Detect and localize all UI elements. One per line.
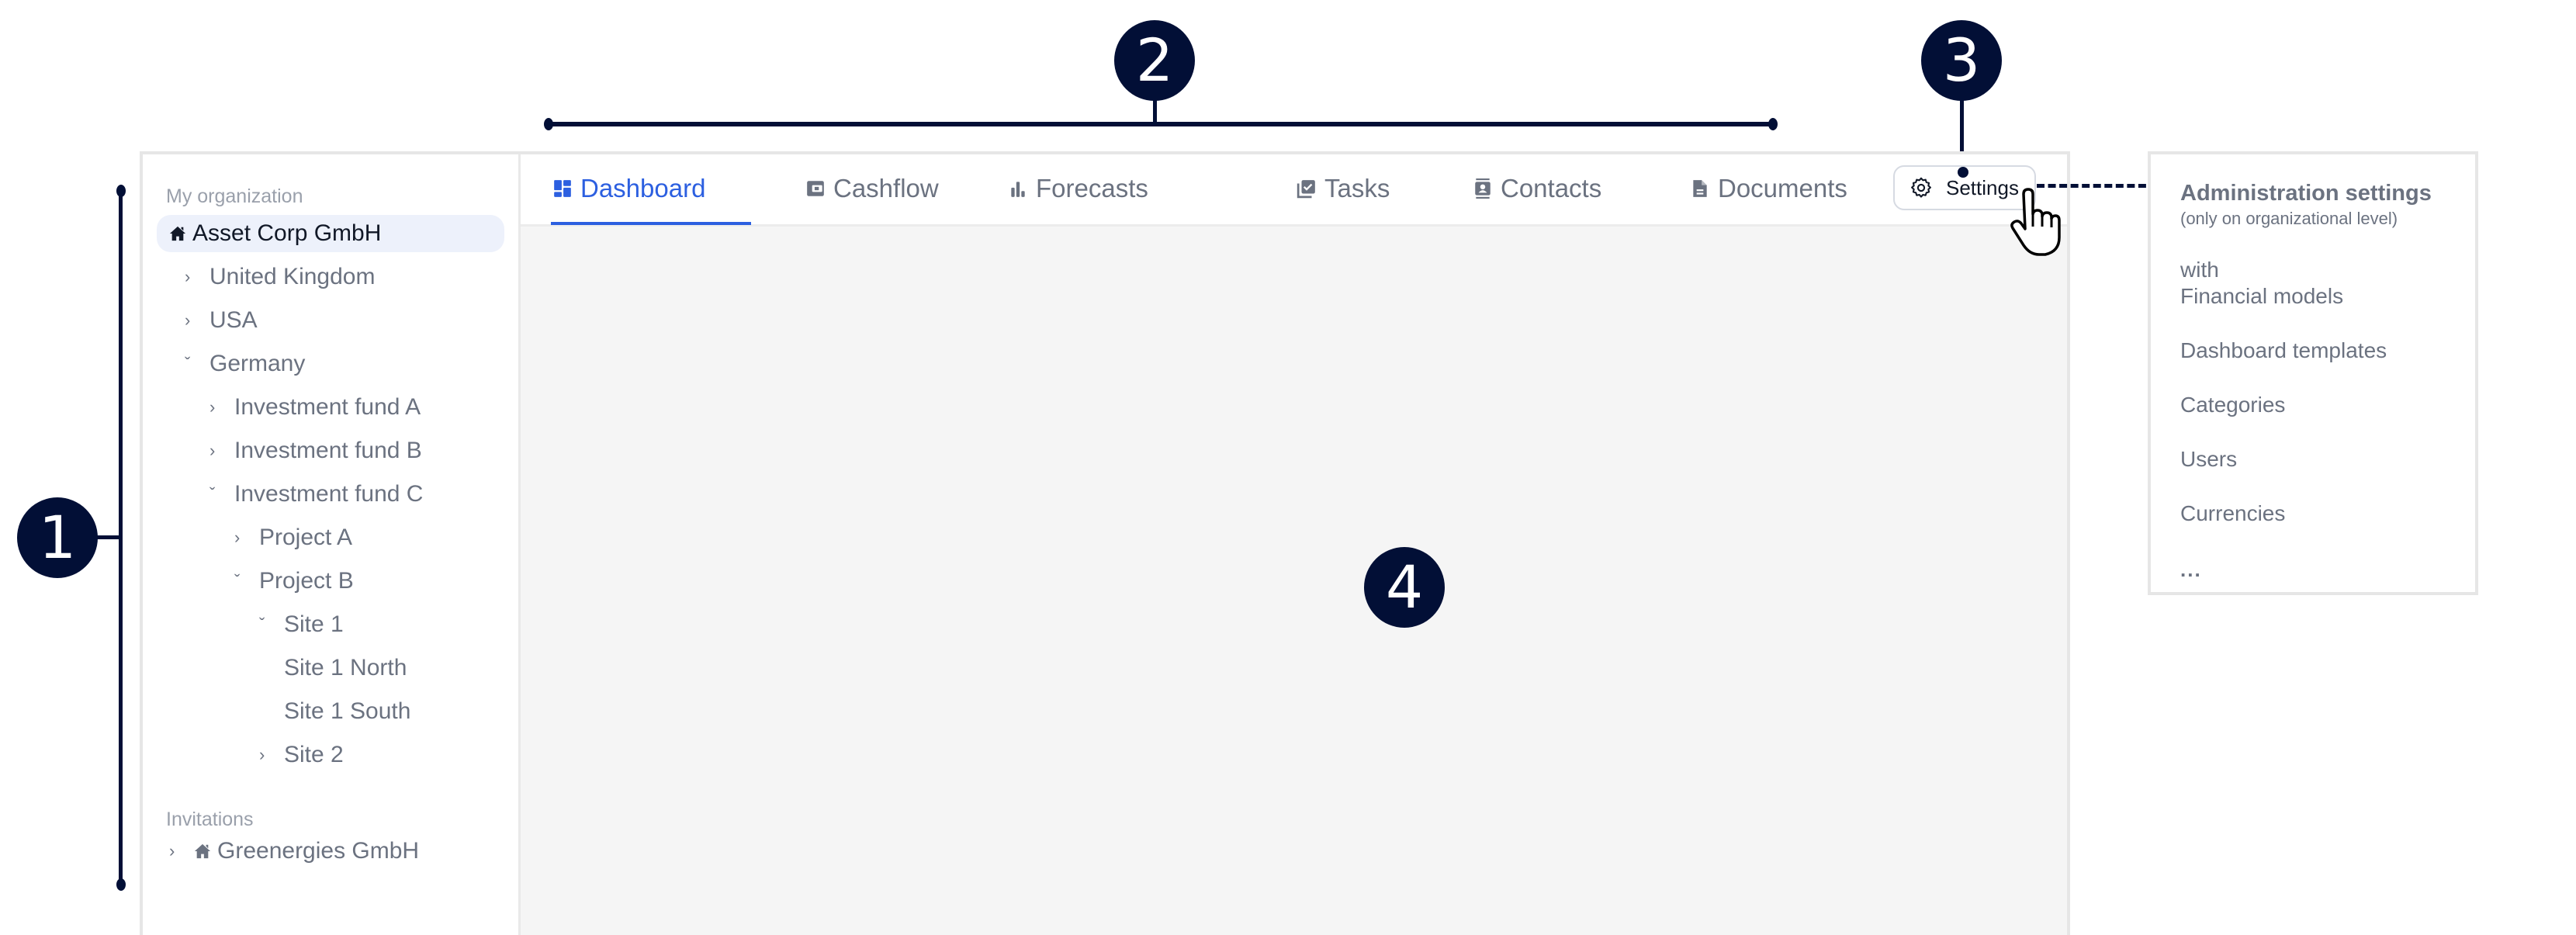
chevron-right-icon[interactable]: ›	[169, 841, 194, 861]
tree-item-usa[interactable]: › USA	[185, 302, 258, 339]
tree-item-site-1-north[interactable]: Site 1 North	[284, 649, 407, 687]
my-organization-label: My organization	[166, 185, 303, 207]
tree-item-investment-fund-c[interactable]: ˇ Investment fund C	[209, 476, 423, 513]
home-icon	[194, 843, 211, 860]
sidebar: My organization Asset Corp GmbH › United…	[143, 154, 521, 935]
hand-pointer-icon	[2010, 188, 2061, 256]
admin-item-users[interactable]: Users	[2180, 446, 2237, 473]
tabs-bracket-line	[548, 122, 1774, 126]
tree-item-label: Site 2	[284, 742, 344, 767]
tab-contacts[interactable]: Contacts	[1473, 170, 1601, 207]
tree-item-label: Project B	[259, 568, 354, 594]
admin-settings-panel: Administration settings (only on organiz…	[2148, 151, 2478, 595]
chevron-right-icon[interactable]: ›	[209, 397, 234, 417]
tree-item-site-1[interactable]: ˇ Site 1	[259, 606, 344, 643]
chevron-down-icon[interactable]: ˇ	[209, 484, 234, 504]
dashboard-icon	[552, 178, 573, 199]
home-icon	[169, 225, 186, 242]
admin-item-label-line1: with	[2180, 258, 2219, 282]
tab-label: Cashflow	[833, 174, 939, 203]
admin-more-ellipsis[interactable]: ...	[2180, 559, 2202, 580]
app-window: My organization Asset Corp GmbH › United…	[140, 151, 2070, 935]
chevron-right-icon[interactable]: ›	[259, 745, 284, 765]
chevron-right-icon[interactable]: ›	[185, 310, 209, 331]
tree-item-site-2[interactable]: › Site 2	[259, 736, 344, 774]
tree-item-label: Asset Corp GmbH	[192, 220, 382, 246]
tab-label: Dashboard	[580, 174, 706, 203]
tab-bar: Dashboard Cashflow Forecasts Tasks Conta…	[521, 154, 2067, 227]
active-tab-indicator	[551, 222, 751, 225]
callout-2-connector	[1153, 99, 1157, 124]
admin-item-currencies[interactable]: Currencies	[2180, 500, 2285, 527]
callout-1: 1	[17, 497, 98, 578]
tab-cashflow[interactable]: Cashflow	[805, 170, 939, 207]
callout-2: 2	[1114, 20, 1195, 101]
admin-item-financial-models[interactable]: with Financial models	[2180, 257, 2343, 310]
main-area: Dashboard Cashflow Forecasts Tasks Conta…	[521, 154, 2067, 935]
settings-label: Settings	[1946, 175, 2019, 199]
tree-item-label: Site 1 North	[284, 655, 407, 680]
tree-item-project-b[interactable]: ˇ Project B	[234, 563, 354, 600]
tab-label: Tasks	[1324, 174, 1390, 203]
callout-3-anchor-dot	[1958, 167, 1968, 178]
callout-4: 4	[1364, 547, 1445, 628]
callout-3: 3	[1921, 20, 2002, 101]
chevron-right-icon[interactable]: ›	[209, 441, 234, 461]
admin-item-label-line2: Financial models	[2180, 284, 2344, 308]
tree-item-germany[interactable]: ˇ Germany	[185, 345, 305, 383]
tree-item-investment-fund-b[interactable]: › Investment fund B	[209, 432, 422, 469]
tab-dashboard[interactable]: Dashboard	[552, 170, 705, 207]
tasks-icon	[1297, 178, 1317, 199]
invitations-label: Invitations	[166, 809, 254, 830]
chevron-right-icon[interactable]: ›	[185, 267, 209, 287]
tree-item-investment-fund-a[interactable]: › Investment fund A	[209, 389, 421, 426]
tab-tasks[interactable]: Tasks	[1297, 170, 1390, 207]
chevron-right-icon[interactable]: ›	[234, 528, 259, 548]
admin-item-categories[interactable]: Categories	[2180, 392, 2285, 418]
tree-item-label: Site 1	[284, 611, 344, 637]
tab-label: Documents	[1718, 174, 1847, 203]
tree-item-label: United Kingdom	[209, 264, 376, 289]
tree-item-greenergies[interactable]: › Greenergies GmbH	[169, 833, 419, 870]
tree-item-label: Site 1 South	[284, 698, 411, 724]
tree-item-project-a[interactable]: › Project A	[234, 519, 352, 556]
tree-item-asset-corp[interactable]: Asset Corp GmbH	[157, 215, 504, 252]
tree-item-label: Investment fund A	[234, 394, 421, 420]
gear-icon	[1910, 177, 1932, 199]
tree-item-label: Greenergies GmbH	[217, 838, 420, 864]
document-icon	[1690, 178, 1710, 199]
tab-documents[interactable]: Documents	[1690, 170, 1847, 207]
sidebar-bracket-start	[116, 185, 126, 197]
admin-panel-subtitle: (only on organizational level)	[2180, 209, 2398, 228]
tree-item-label: USA	[209, 307, 258, 333]
chevron-down-icon[interactable]: ˇ	[185, 354, 209, 374]
tree-item-site-1-south[interactable]: Site 1 South	[284, 693, 410, 730]
dashboard-content: 4	[521, 227, 2067, 935]
tree-item-united-kingdom[interactable]: › United Kingdom	[185, 258, 375, 296]
bar-chart-icon	[1008, 178, 1028, 199]
admin-panel-title: Administration settings	[2180, 181, 2432, 206]
tab-forecasts[interactable]: Forecasts	[1008, 170, 1148, 207]
tab-label: Contacts	[1501, 174, 1602, 203]
chevron-down-icon[interactable]: ˇ	[259, 615, 284, 635]
wallet-icon	[805, 178, 826, 199]
admin-item-dashboard-templates[interactable]: Dashboard templates	[2180, 338, 2387, 364]
tabs-bracket-end	[1768, 118, 1778, 130]
tabs-bracket-start	[544, 118, 553, 130]
contacts-icon	[1473, 178, 1493, 199]
tree-item-label: Investment fund B	[234, 438, 422, 463]
tree-item-label: Germany	[209, 351, 306, 376]
chevron-down-icon[interactable]: ˇ	[234, 571, 259, 591]
tree-item-label: Investment fund C	[234, 481, 424, 507]
tree-item-label: Project A	[259, 525, 353, 550]
tab-label: Forecasts	[1036, 174, 1148, 203]
sidebar-bracket-end	[116, 878, 126, 891]
